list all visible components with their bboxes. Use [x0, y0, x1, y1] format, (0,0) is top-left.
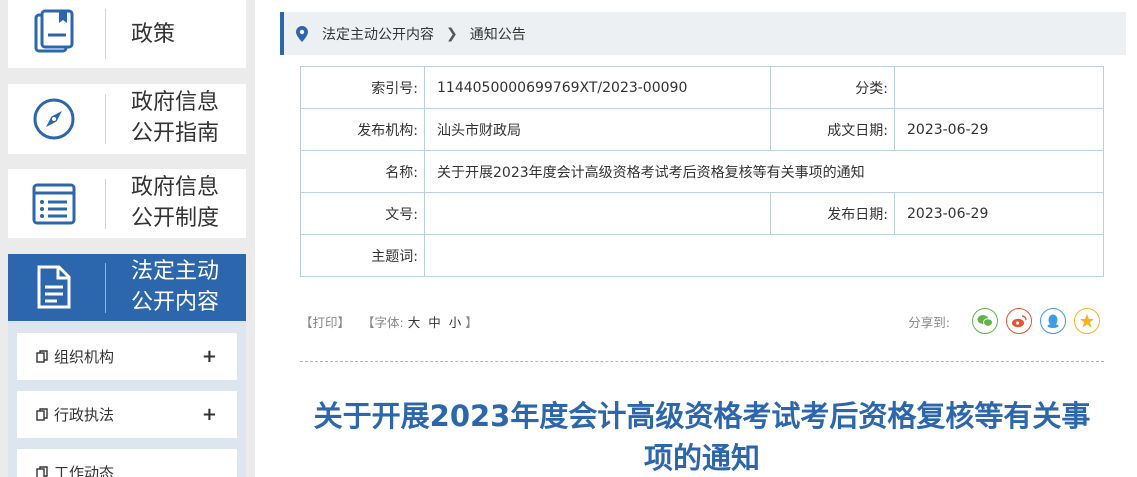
sub-item-label: 行政执法	[54, 406, 115, 424]
expand-plus-icon[interactable]: +	[202, 404, 217, 426]
nav-mandatory-disclosure[interactable]: 法定主动 公开内容	[8, 254, 246, 321]
print-button[interactable]: 【打印】	[300, 312, 350, 331]
font-medium-button[interactable]: 中	[428, 312, 441, 331]
share-bar: 分享到:	[908, 308, 1100, 334]
copy-icon	[36, 350, 48, 363]
nav-disclosure-system[interactable]: 政府信息 公开制度	[8, 169, 246, 238]
publisher-label: 发布机构:	[300, 108, 425, 151]
nav-label: 政府信息 公开指南	[131, 90, 220, 146]
sub-menu: 组织机构 + 行政执法 + 工作动态	[8, 321, 246, 477]
article-toolbar: 【打印】 【字体: 大 中 小 】 分享到:	[300, 308, 1104, 334]
doc-number-label: 文号:	[300, 192, 425, 235]
name-value: 关于开展2023年度会计高级资格考试考后资格复核等有关事项的通知	[424, 150, 1104, 193]
divider	[105, 178, 106, 229]
share-weibo-button[interactable]	[1006, 308, 1032, 334]
share-qzone-button[interactable]	[1074, 308, 1100, 334]
font-small-button[interactable]: 小	[449, 312, 462, 331]
qzone-star-icon	[1080, 314, 1094, 328]
weibo-icon	[1012, 315, 1027, 328]
breadcrumb: 法定主动公开内容 ❯ 通知公告	[280, 12, 1126, 55]
nav-label: 政策	[131, 22, 176, 47]
font-large-button[interactable]: 大	[408, 312, 421, 331]
list-document-icon	[32, 183, 76, 225]
sub-item-label: 工作动态	[54, 464, 115, 477]
divider-dashed	[300, 361, 1104, 362]
sidebar: 政策 政府信息 公开指南 政府信息 公开制度 法定主动 公开内容 组织机构 + …	[0, 0, 255, 477]
qq-icon	[1047, 314, 1059, 328]
chevron-right-icon: ❯	[446, 25, 458, 42]
expand-plus-icon[interactable]: +	[202, 346, 217, 368]
created-date-label: 成文日期:	[770, 108, 895, 151]
published-date-value: 2023-06-29	[894, 192, 1104, 235]
share-wechat-button[interactable]	[972, 308, 998, 334]
share-qq-button[interactable]	[1040, 308, 1066, 334]
article-title: 关于开展2023年度会计高级资格考试考后资格复核等有关事项的通知	[313, 399, 1091, 475]
sub-item-label: 组织机构	[54, 348, 115, 366]
nav-disclosure-guide[interactable]: 政府信息 公开指南	[8, 84, 246, 154]
nav-label: 法定主动 公开内容	[131, 259, 220, 315]
name-label: 名称:	[300, 150, 425, 193]
publisher-value: 汕头市财政局	[424, 108, 771, 151]
doc-number-value	[424, 192, 771, 235]
divider	[105, 9, 106, 59]
breadcrumb-link[interactable]: 法定主动公开内容	[322, 24, 434, 44]
published-date-label: 发布日期:	[770, 192, 895, 235]
index-value: 1144050000699769XT/2023-00090	[424, 66, 771, 109]
divider	[105, 262, 106, 313]
document-stack-icon	[34, 9, 74, 53]
sub-item-enforcement[interactable]: 行政执法 +	[17, 391, 237, 438]
copy-icon	[36, 408, 48, 421]
index-label: 索引号:	[300, 66, 425, 109]
category-value	[894, 66, 1104, 109]
font-size-suffix: 】	[465, 314, 478, 330]
keywords-value	[424, 234, 1104, 277]
font-size-label: 【字体:	[362, 314, 404, 330]
sub-item-news[interactable]: 工作动态	[17, 449, 237, 477]
document-metadata-table: 索引号: 1144050000699769XT/2023-00090 分类: 发…	[300, 66, 1104, 277]
document-icon	[37, 265, 71, 309]
breadcrumb-current[interactable]: 通知公告	[470, 24, 526, 44]
nav-label: 政府信息 公开制度	[131, 175, 220, 231]
sub-item-organization[interactable]: 组织机构 +	[17, 333, 237, 380]
created-date-value: 2023-06-29	[894, 108, 1104, 151]
copy-icon	[36, 466, 48, 477]
divider	[105, 94, 106, 144]
compass-icon	[33, 98, 75, 140]
category-label: 分类:	[770, 66, 895, 109]
keywords-label: 主题词:	[300, 234, 425, 277]
share-label: 分享到:	[908, 314, 950, 330]
wechat-icon	[977, 315, 993, 327]
location-pin-icon	[296, 25, 308, 42]
nav-policy[interactable]: 政策	[8, 0, 246, 68]
